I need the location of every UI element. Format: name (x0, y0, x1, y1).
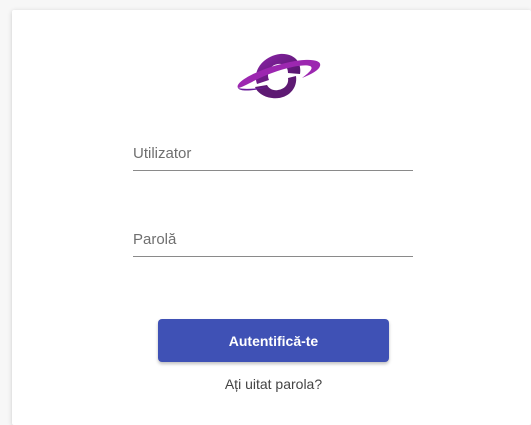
forgot-password-link[interactable]: Ați uitat parola? (158, 376, 389, 392)
password-input[interactable] (133, 222, 413, 256)
username-field[interactable] (133, 136, 413, 171)
planet-logo-icon (237, 53, 321, 99)
username-input[interactable] (133, 136, 413, 170)
login-button[interactable]: Autentifică-te (158, 319, 389, 362)
login-card: Autentifică-te Ați uitat parola? (12, 10, 531, 425)
password-field[interactable] (133, 222, 413, 257)
